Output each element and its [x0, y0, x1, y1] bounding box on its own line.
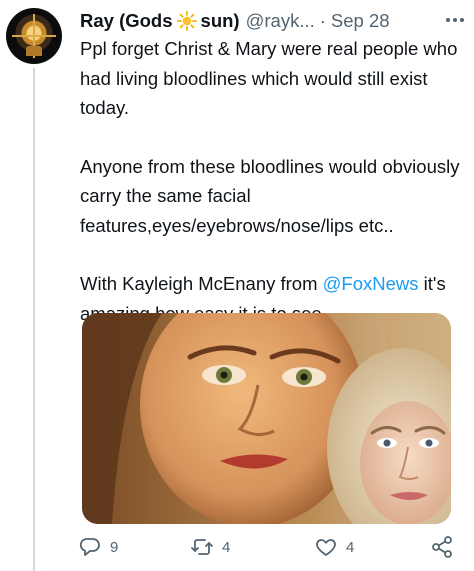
like-count: 4	[346, 538, 355, 556]
thread-line	[33, 68, 35, 571]
author-handle[interactable]: @rayk...	[246, 10, 315, 32]
author-name-part1[interactable]: Ray (Gods	[80, 10, 173, 32]
tweet-header: Ray (Gods sun) @rayk... · Sep 28	[80, 8, 468, 34]
author-name-part2[interactable]: sun)	[201, 10, 240, 32]
share-button[interactable]	[430, 532, 454, 562]
tweet-text-segment: With Kayleigh McEnany from	[80, 273, 323, 294]
tweet-paragraph-1: Ppl forget Christ & Mary were real peopl…	[80, 38, 458, 118]
sun-icon	[176, 11, 197, 31]
reply-button[interactable]: 9	[78, 532, 118, 562]
heart-icon	[316, 539, 336, 556]
avatar[interactable]	[6, 8, 62, 64]
header-separator: ·	[319, 10, 326, 31]
avatar-monstrance-base	[26, 46, 42, 56]
reply-icon	[79, 538, 100, 556]
retweet-count: 4	[222, 538, 231, 556]
tweet-text: Ppl forget Christ & Mary were real peopl…	[80, 34, 466, 328]
tweet-paragraph-2: Anyone from these bloodlines would obvio…	[80, 155, 460, 236]
share-icon	[432, 536, 452, 558]
retweet-icon	[191, 539, 213, 555]
like-button[interactable]: 4	[314, 532, 354, 562]
tweet-image-artwork	[82, 313, 451, 524]
reply-count: 9	[110, 538, 119, 556]
tweet-actions: 9 4 4	[78, 532, 468, 562]
mention-link[interactable]: @FoxNews	[323, 273, 419, 294]
avatar-monstrance-ray	[12, 35, 56, 37]
tweet-image[interactable]	[82, 313, 451, 524]
tweet-date[interactable]: Sep 28	[331, 10, 390, 32]
more-options-icon[interactable]	[443, 10, 467, 30]
retweet-button[interactable]: 4	[190, 532, 230, 562]
